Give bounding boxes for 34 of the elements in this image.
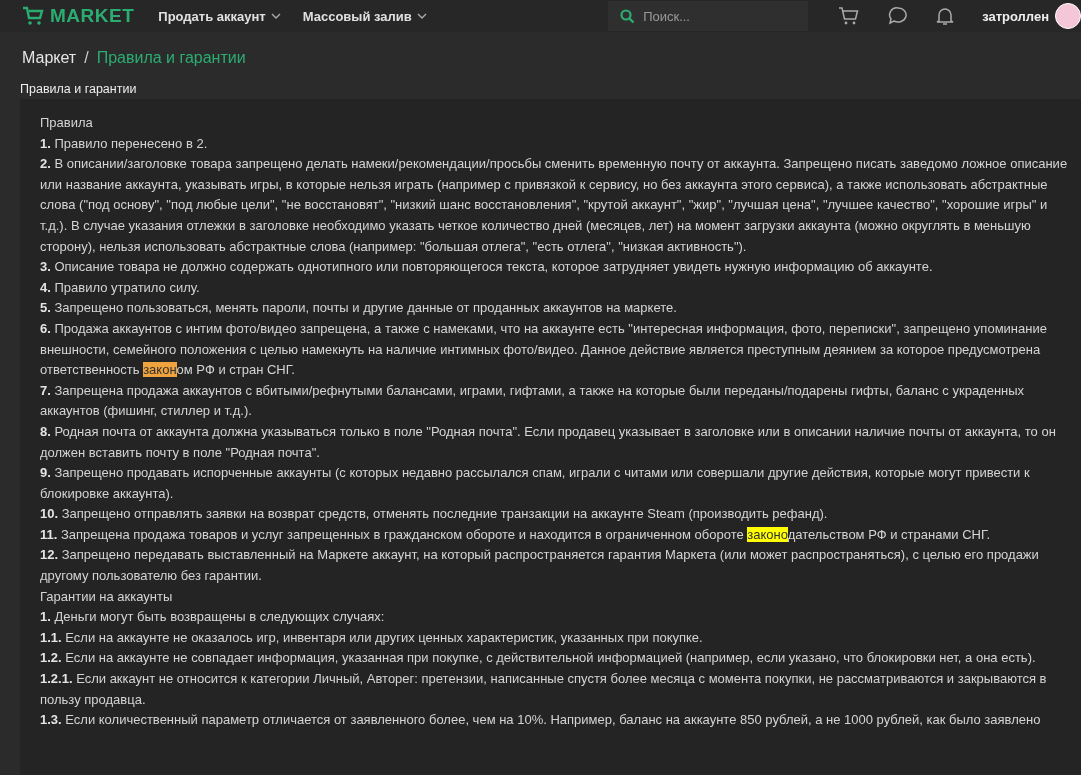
chevron-down-icon <box>416 13 427 19</box>
rule-paragraph: 1. Деньги могут быть возвращены в следующих случаях: <box>40 608 386 627</box>
page-title: Правила и гарантии <box>19 81 138 98</box>
rule-paragraph: 6. Продажа аккаунтов с интим фото/видео запрещена, а также с намеками, что на аккаунте есть "интересная информация, фото, переписки", запрещено упоминание внешности, семейного положения с целью намекнуть на наличие интимных фото/видео. Данное действие является преступным деянием за которое предусмотрена ответственность законом РФ и стран СНГ. <box>40 319 1048 380</box>
logo-text[interactable]: MARKET <box>50 5 135 27</box>
search-field[interactable]: Поиск... <box>608 1 809 31</box>
nav-menu[interactable]: Продать аккаунт <box>158 8 281 24</box>
rule-paragraph: 12. Запрещено передавать выставленный на Маркете аккаунт, на который распространяется гарантия Маркета (или может распространяться), с целью его продажи другому пользователю без гарантии. <box>40 546 1040 586</box>
cart-icon[interactable] <box>838 6 861 26</box>
rule-paragraph: Гарантии на аккаунты <box>40 587 174 606</box>
rule-paragraph: 2. В описании/заголовке товара запрещено делать намеки/рекомендации/просьбы сменить временную почту от аккаунта. Запрещено писать заведомо ложное описание или название аккаунта, указывать игры, в которые нельзя играть (например с привязкой к сервису, но без аккаунта этого сервиса), а также использовать абстрактные слова ("под основу", "под любые цели", "не восстановят", "низкий шанс восстановления", "крутой аккаунт", "жир", "лучшая цена", "лучшее качество", "хорошие игры" и т.д.). В случае указания отлежки в заголовке необходимо указать четкое количество дней (месяцев, лет) на момент загрузки аккаунта (можно округлять в меньшую сторону), нельзя использовать абстрактные слова (например: "большая отлега", "есть отлега", "низкая активность"). <box>40 155 1069 256</box>
username[interactable]: затроллен <box>982 8 1049 24</box>
breadcrumb-link[interactable]: Маркет <box>22 49 77 67</box>
avatar[interactable] <box>1055 3 1081 29</box>
rule-paragraph: 5. Запрещено пользоваться, менять пароли, почты и другие данные от проданных аккаунтов на маркете. <box>40 299 678 318</box>
rule-paragraph: 8. Родная почта от аккаунта должна указываться только в поле "Родная почта". Если продавец указывает в заголовке или в описании наличие почты от аккаунта, то он должен вставить почту в поле "Родная почта". <box>40 422 1057 462</box>
rule-paragraph: 7. Запрещена продажа аккаунтов с вбитыми/рефнутыми балансами, играми, гифтами, а также на которые были переданы/подарены гифты, баланс с украденных аккаунтов (фишинг, стиллер и т.д.). <box>40 381 1026 421</box>
nav-menu[interactable]: Массовый залив <box>302 8 427 24</box>
rule-paragraph: 1.2. Если на аккаунте не совпадает информация, указанная при покупке, с действительной информацией (например, если указано, что блокировки нет, а она есть). <box>40 649 1037 668</box>
chevron-down-icon <box>270 13 281 19</box>
rule-paragraph: 1. Правило перенесено в 2. <box>40 134 209 153</box>
rule-paragraph: 1.2.1. Если аккаунт не относится к категории Личный, Авторег: претензии, написанные спустя более месяца с момента покупки, не рассматриваются и закрываются в пользу продавца. <box>40 670 1048 709</box>
cart-icon <box>22 6 44 26</box>
rule-paragraph: Правила <box>40 114 94 132</box>
breadcrumb-link[interactable]: Правила и гарантии <box>96 49 246 67</box>
bell-icon[interactable] <box>936 6 955 26</box>
rule-paragraph: 4. Правило утратило силу. <box>40 278 201 297</box>
rule-paragraph: 3. Описание товара не должно содержать однотипного или повторяющегося текста, которое затрудняет увидеть нужную информацию об аккаунте. <box>40 258 934 277</box>
rule-paragraph: 1.1. Если на аккаунте не оказалось игр, инвентаря или других ценных характеристик, указанных при покупке. <box>40 628 704 647</box>
rule-paragraph: 10. Запрещено отправлять заявки на возврат средств, отменять последние транзакции на аккаунте Steam (производить рефанд). <box>40 505 829 524</box>
rule-paragraph: 1.3. Если количественный параметр отличается от заявленного более, чем на 10%. Например, баланс на аккаунте 850 рублей, а не 1000 рублей, как было заявлено <box>40 711 1042 730</box>
chat-bubble-icon[interactable] <box>888 6 909 26</box>
breadcrumb-separator: / <box>84 49 89 67</box>
rule-paragraph: 9. Запрещено продавать испорченные аккаунты (с которых недавно рассылался спам, играли с читами или совершали другие действия, которые могут привести к блокировке аккаунта). <box>40 464 1031 503</box>
